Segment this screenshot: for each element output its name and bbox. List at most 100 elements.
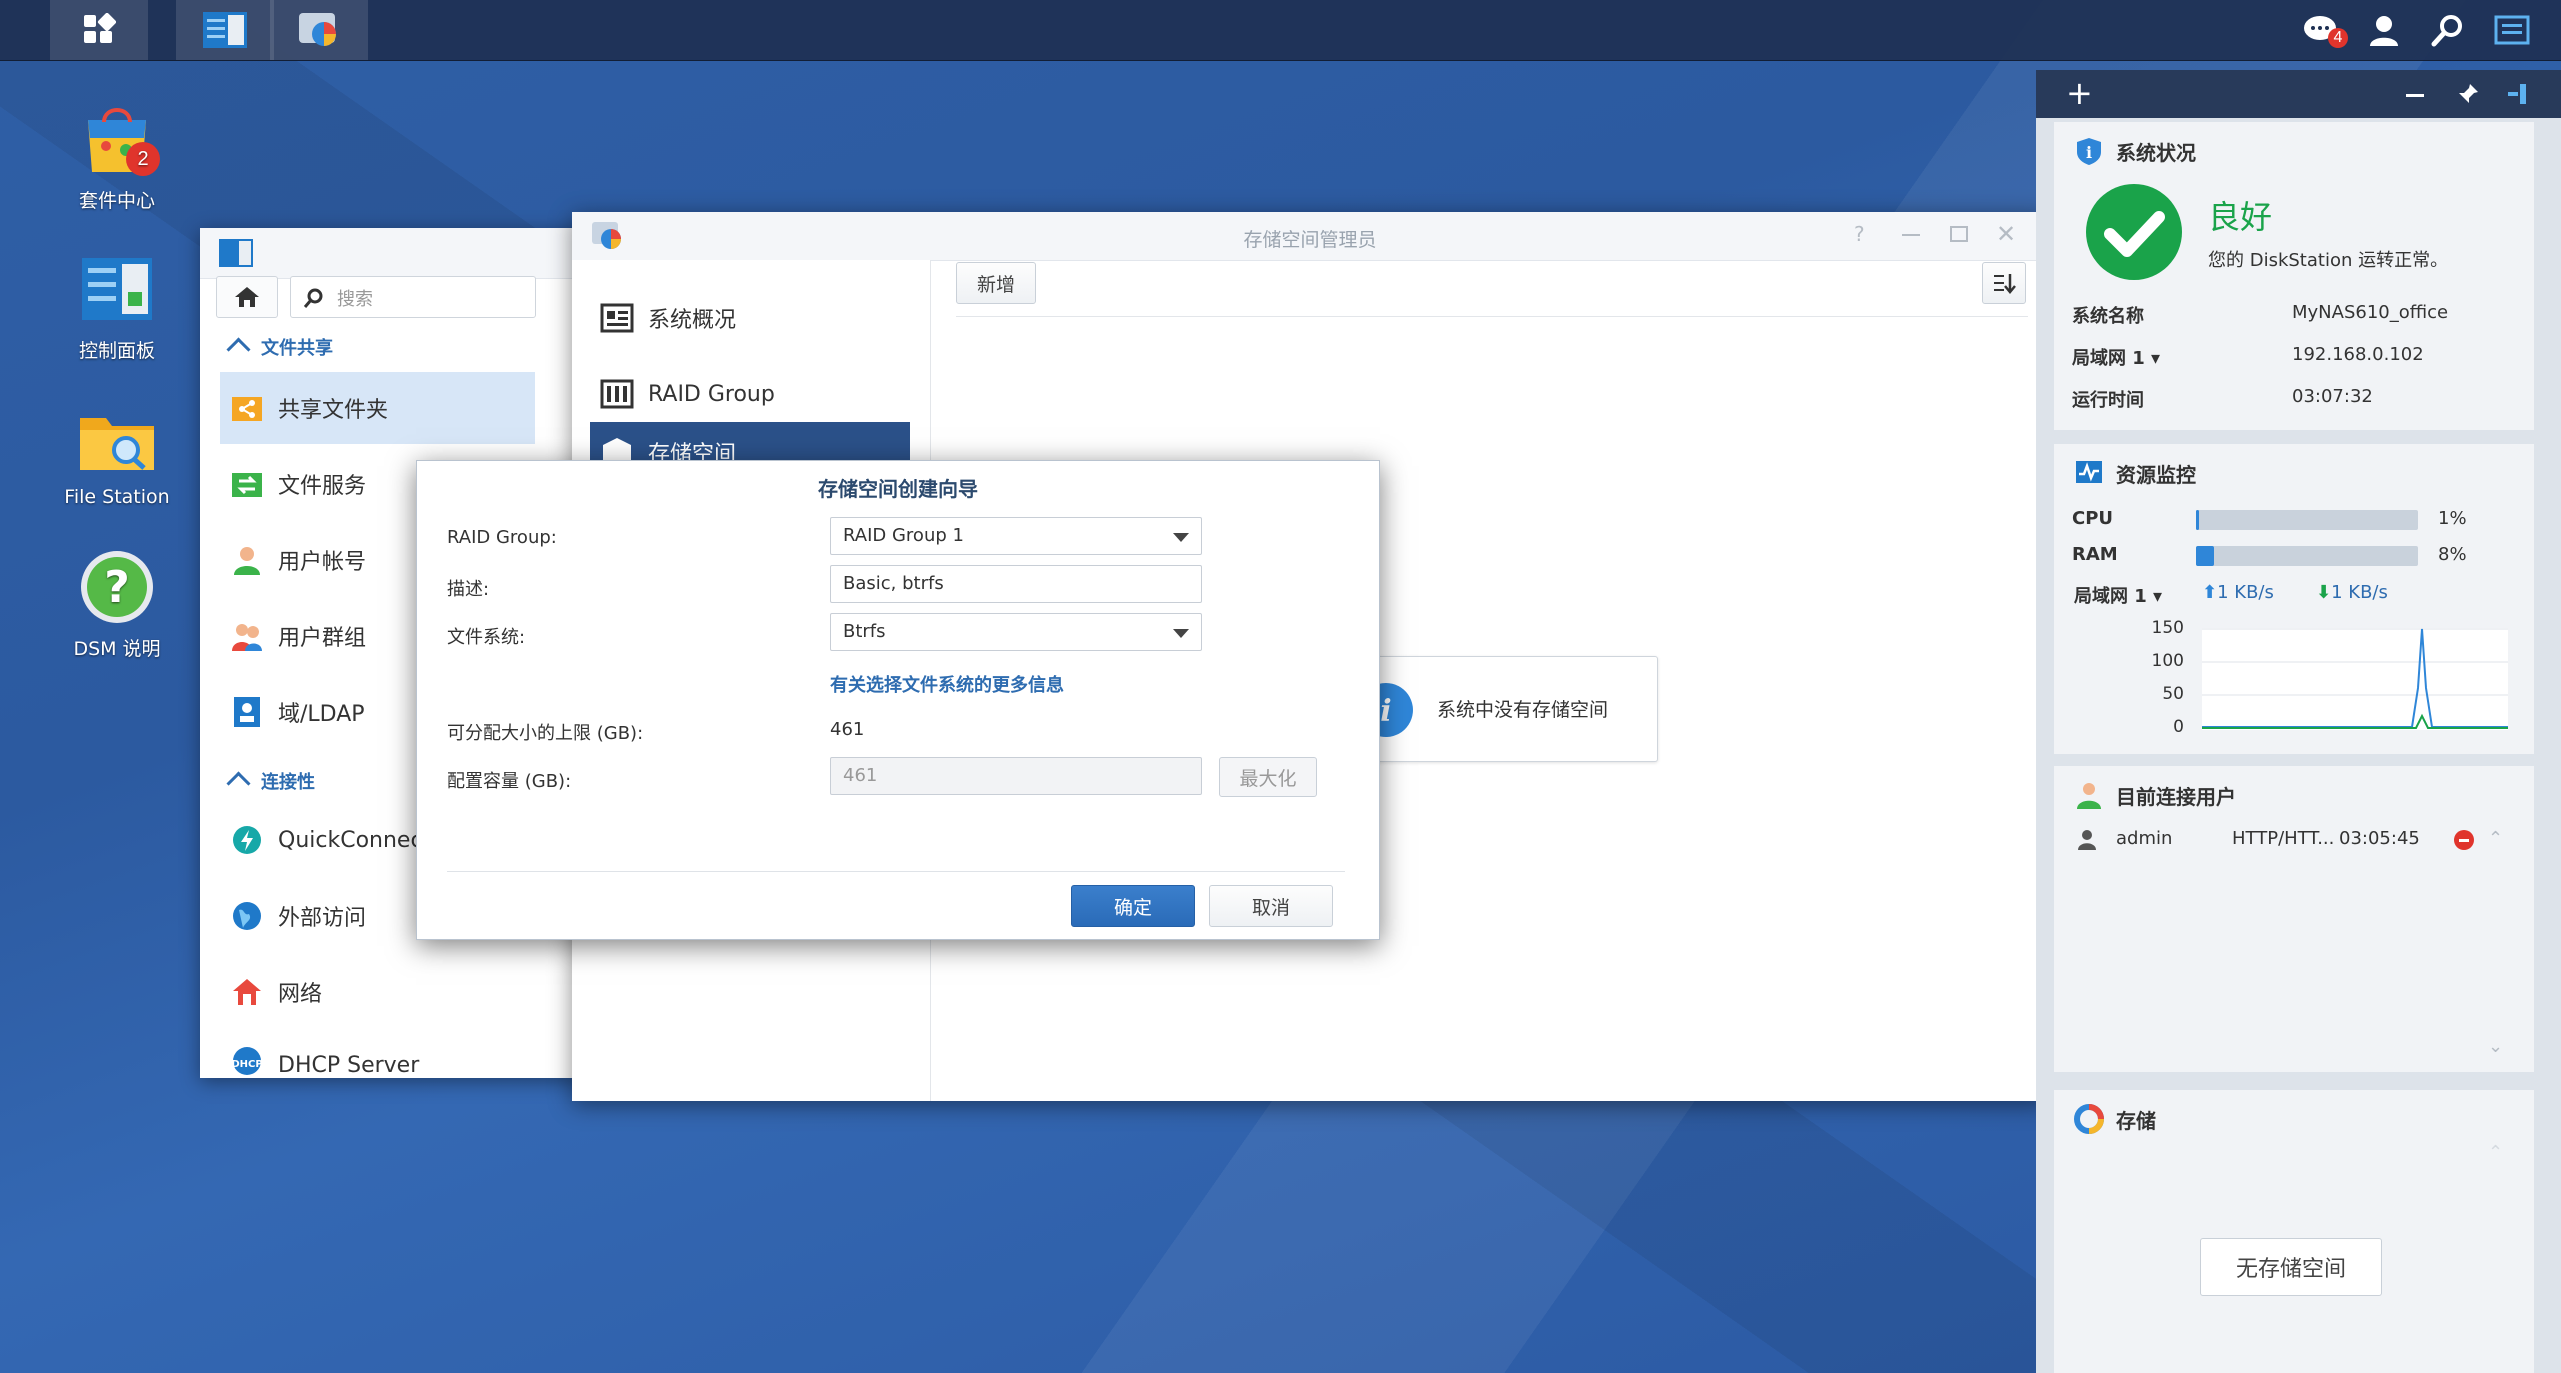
- window-title: 存储空间管理员: [1243, 229, 1377, 251]
- desktop-icon-label: 套件中心: [78, 190, 155, 212]
- close-icon[interactable]: ✕: [1996, 220, 2016, 248]
- section-connectivity[interactable]: 连接性: [226, 768, 315, 796]
- sidebar-item-dhcp-server[interactable]: DHCP DHCP Server: [220, 1030, 535, 1078]
- chevron-up-icon: [226, 337, 251, 362]
- taskbar: 4: [0, 0, 2561, 61]
- filesystem-info-link[interactable]: 有关选择文件系统的更多信息: [830, 671, 1064, 697]
- package-center-badge: 2: [126, 142, 160, 176]
- status-text: 良好: [2208, 198, 2273, 236]
- svg-text:DHCP: DHCP: [231, 1059, 262, 1070]
- nav-item-raid-group[interactable]: RAID Group: [590, 358, 910, 430]
- nav-item-label: 系统概况: [648, 308, 737, 333]
- nav-item-overview[interactable]: 系统概况: [590, 282, 910, 354]
- storage-manager-titlebar[interactable]: 存储空间管理员 ? ✕: [572, 212, 2048, 261]
- sidebar-item-label: 文件服务: [278, 474, 367, 499]
- lan-selector[interactable]: 局域网 1 ▾: [2072, 344, 2160, 370]
- raid-group-icon: [600, 379, 634, 409]
- chevron-down-icon: [1173, 533, 1189, 542]
- desktop-icon-file-station[interactable]: File Station: [32, 398, 202, 508]
- section-label: 连接性: [261, 772, 315, 793]
- capacity-value: 461: [843, 765, 878, 786]
- ram-usage-fill: [2196, 546, 2214, 566]
- volume-icon: [603, 438, 631, 460]
- desktop-icon-label: 控制面板: [78, 340, 155, 362]
- main-menu-button[interactable]: [50, 0, 148, 60]
- widget-title-text: 存储: [2116, 1108, 2156, 1133]
- desktop-icon-control-panel[interactable]: 控制面板: [32, 248, 202, 363]
- home-button[interactable]: [216, 276, 278, 318]
- sidebar-item-shared-folder[interactable]: 共享文件夹: [220, 372, 535, 444]
- desktop-icon-package-center[interactable]: 2 套件中心: [32, 98, 202, 213]
- shopping-bag-icon: 2: [76, 98, 160, 180]
- filesystem-label: 文件系统:: [447, 627, 526, 648]
- widget-title: 存储: [2074, 1104, 2156, 1134]
- home-icon: [235, 287, 259, 307]
- section-file-sharing[interactable]: 文件共享: [226, 334, 333, 362]
- taskbar-storage-manager[interactable]: [270, 0, 368, 60]
- search-button[interactable]: [2416, 0, 2480, 60]
- overview-icon: [600, 303, 634, 333]
- nav-item-label: RAID Group: [648, 381, 775, 407]
- nav-item-label: 存储空间: [648, 442, 737, 460]
- checkmark-icon: [2086, 184, 2182, 280]
- control-panel-titlebar[interactable]: [200, 228, 580, 279]
- collapse-panel-icon[interactable]: [2506, 82, 2530, 106]
- storage-widget: 存储 ⌃ 无存储空间: [2054, 1090, 2534, 1373]
- notifications-button[interactable]: 4: [2290, 0, 2354, 60]
- sidebar-item-network[interactable]: 网络: [220, 956, 535, 1028]
- max-size-label: 可分配大小的上限 (GB):: [447, 723, 644, 744]
- add-widget-icon[interactable]: +: [2066, 74, 2093, 112]
- filesystem-select[interactable]: Btrfs: [830, 613, 1202, 651]
- scroll-up-icon[interactable]: ⌃: [2488, 828, 2503, 849]
- search-field[interactable]: 搜索: [290, 276, 536, 318]
- create-volume-dialog: 存储空间创建向导 RAID Group: RAID Group 1 描述: Ba…: [416, 460, 1380, 940]
- globe-icon: [230, 899, 264, 933]
- system-name-label: 系统名称: [2072, 306, 2144, 327]
- sidebar-item-label: 域/LDAP: [278, 702, 365, 727]
- id-card-icon: [230, 695, 264, 729]
- control-panel-icon: [76, 248, 158, 330]
- dhcp-icon: DHCP: [230, 1044, 264, 1078]
- share-folder-icon: [230, 391, 264, 425]
- description-input[interactable]: Basic, btrfs: [830, 565, 1202, 603]
- filesystem-value: Btrfs: [843, 621, 886, 642]
- no-volume-button[interactable]: 无存储空间: [2200, 1238, 2382, 1296]
- pin-icon[interactable]: [2456, 82, 2480, 106]
- widgets-icon: [2494, 15, 2530, 45]
- maximize-button[interactable]: 最大化: [1219, 757, 1317, 797]
- minimize-icon[interactable]: [1902, 234, 1920, 236]
- ram-label: RAM: [2072, 544, 2118, 565]
- svg-text:i: i: [2086, 143, 2092, 162]
- widgets-toggle-button[interactable]: [2480, 0, 2544, 60]
- search-placeholder: 搜索: [337, 289, 373, 310]
- sort-button[interactable]: [1982, 262, 2026, 304]
- notification-badge: 4: [2328, 28, 2348, 48]
- desktop-icon-dsm-help[interactable]: ? DSM 说明: [32, 546, 202, 661]
- disconnect-user-icon[interactable]: [2454, 830, 2474, 850]
- y-tick: 0: [2173, 717, 2184, 737]
- scroll-down-icon[interactable]: ⌄: [2488, 1036, 2503, 1057]
- raid-group-select[interactable]: RAID Group 1: [830, 517, 1202, 555]
- cpu-label: CPU: [2072, 508, 2114, 529]
- nav-item-volume[interactable]: 存储空间: [590, 422, 910, 460]
- cancel-button[interactable]: 取消: [1209, 885, 1333, 927]
- add-button[interactable]: 新增: [956, 262, 1036, 304]
- sidebar-item-label: 共享文件夹: [278, 398, 389, 423]
- uptime-label: 运行时间: [2072, 390, 2144, 411]
- user-protocol: HTTP/HTT...: [2232, 828, 2335, 849]
- description-value: Basic, btrfs: [843, 573, 944, 594]
- scroll-up-icon[interactable]: ⌃: [2488, 1142, 2503, 1163]
- status-description: 您的 DiskStation 运转正常。: [2208, 250, 2449, 271]
- user-options-button[interactable]: [2352, 0, 2416, 60]
- dialog-title: 存储空间创建向导: [818, 477, 978, 501]
- ok-button[interactable]: 确定: [1071, 885, 1195, 927]
- widget-title: 资源监控: [2074, 458, 2196, 488]
- capacity-input[interactable]: 461: [830, 757, 1202, 795]
- lan-selector[interactable]: 局域网 1 ▾: [2074, 582, 2162, 608]
- taskbar-control-panel[interactable]: [176, 0, 274, 60]
- arrow-up-icon: ⬆: [2202, 582, 2218, 603]
- minimize-icon[interactable]: [2406, 94, 2424, 97]
- cpu-usage-fill: [2196, 510, 2200, 530]
- maximize-icon[interactable]: [1950, 226, 1968, 242]
- help-icon[interactable]: ?: [1854, 222, 1865, 246]
